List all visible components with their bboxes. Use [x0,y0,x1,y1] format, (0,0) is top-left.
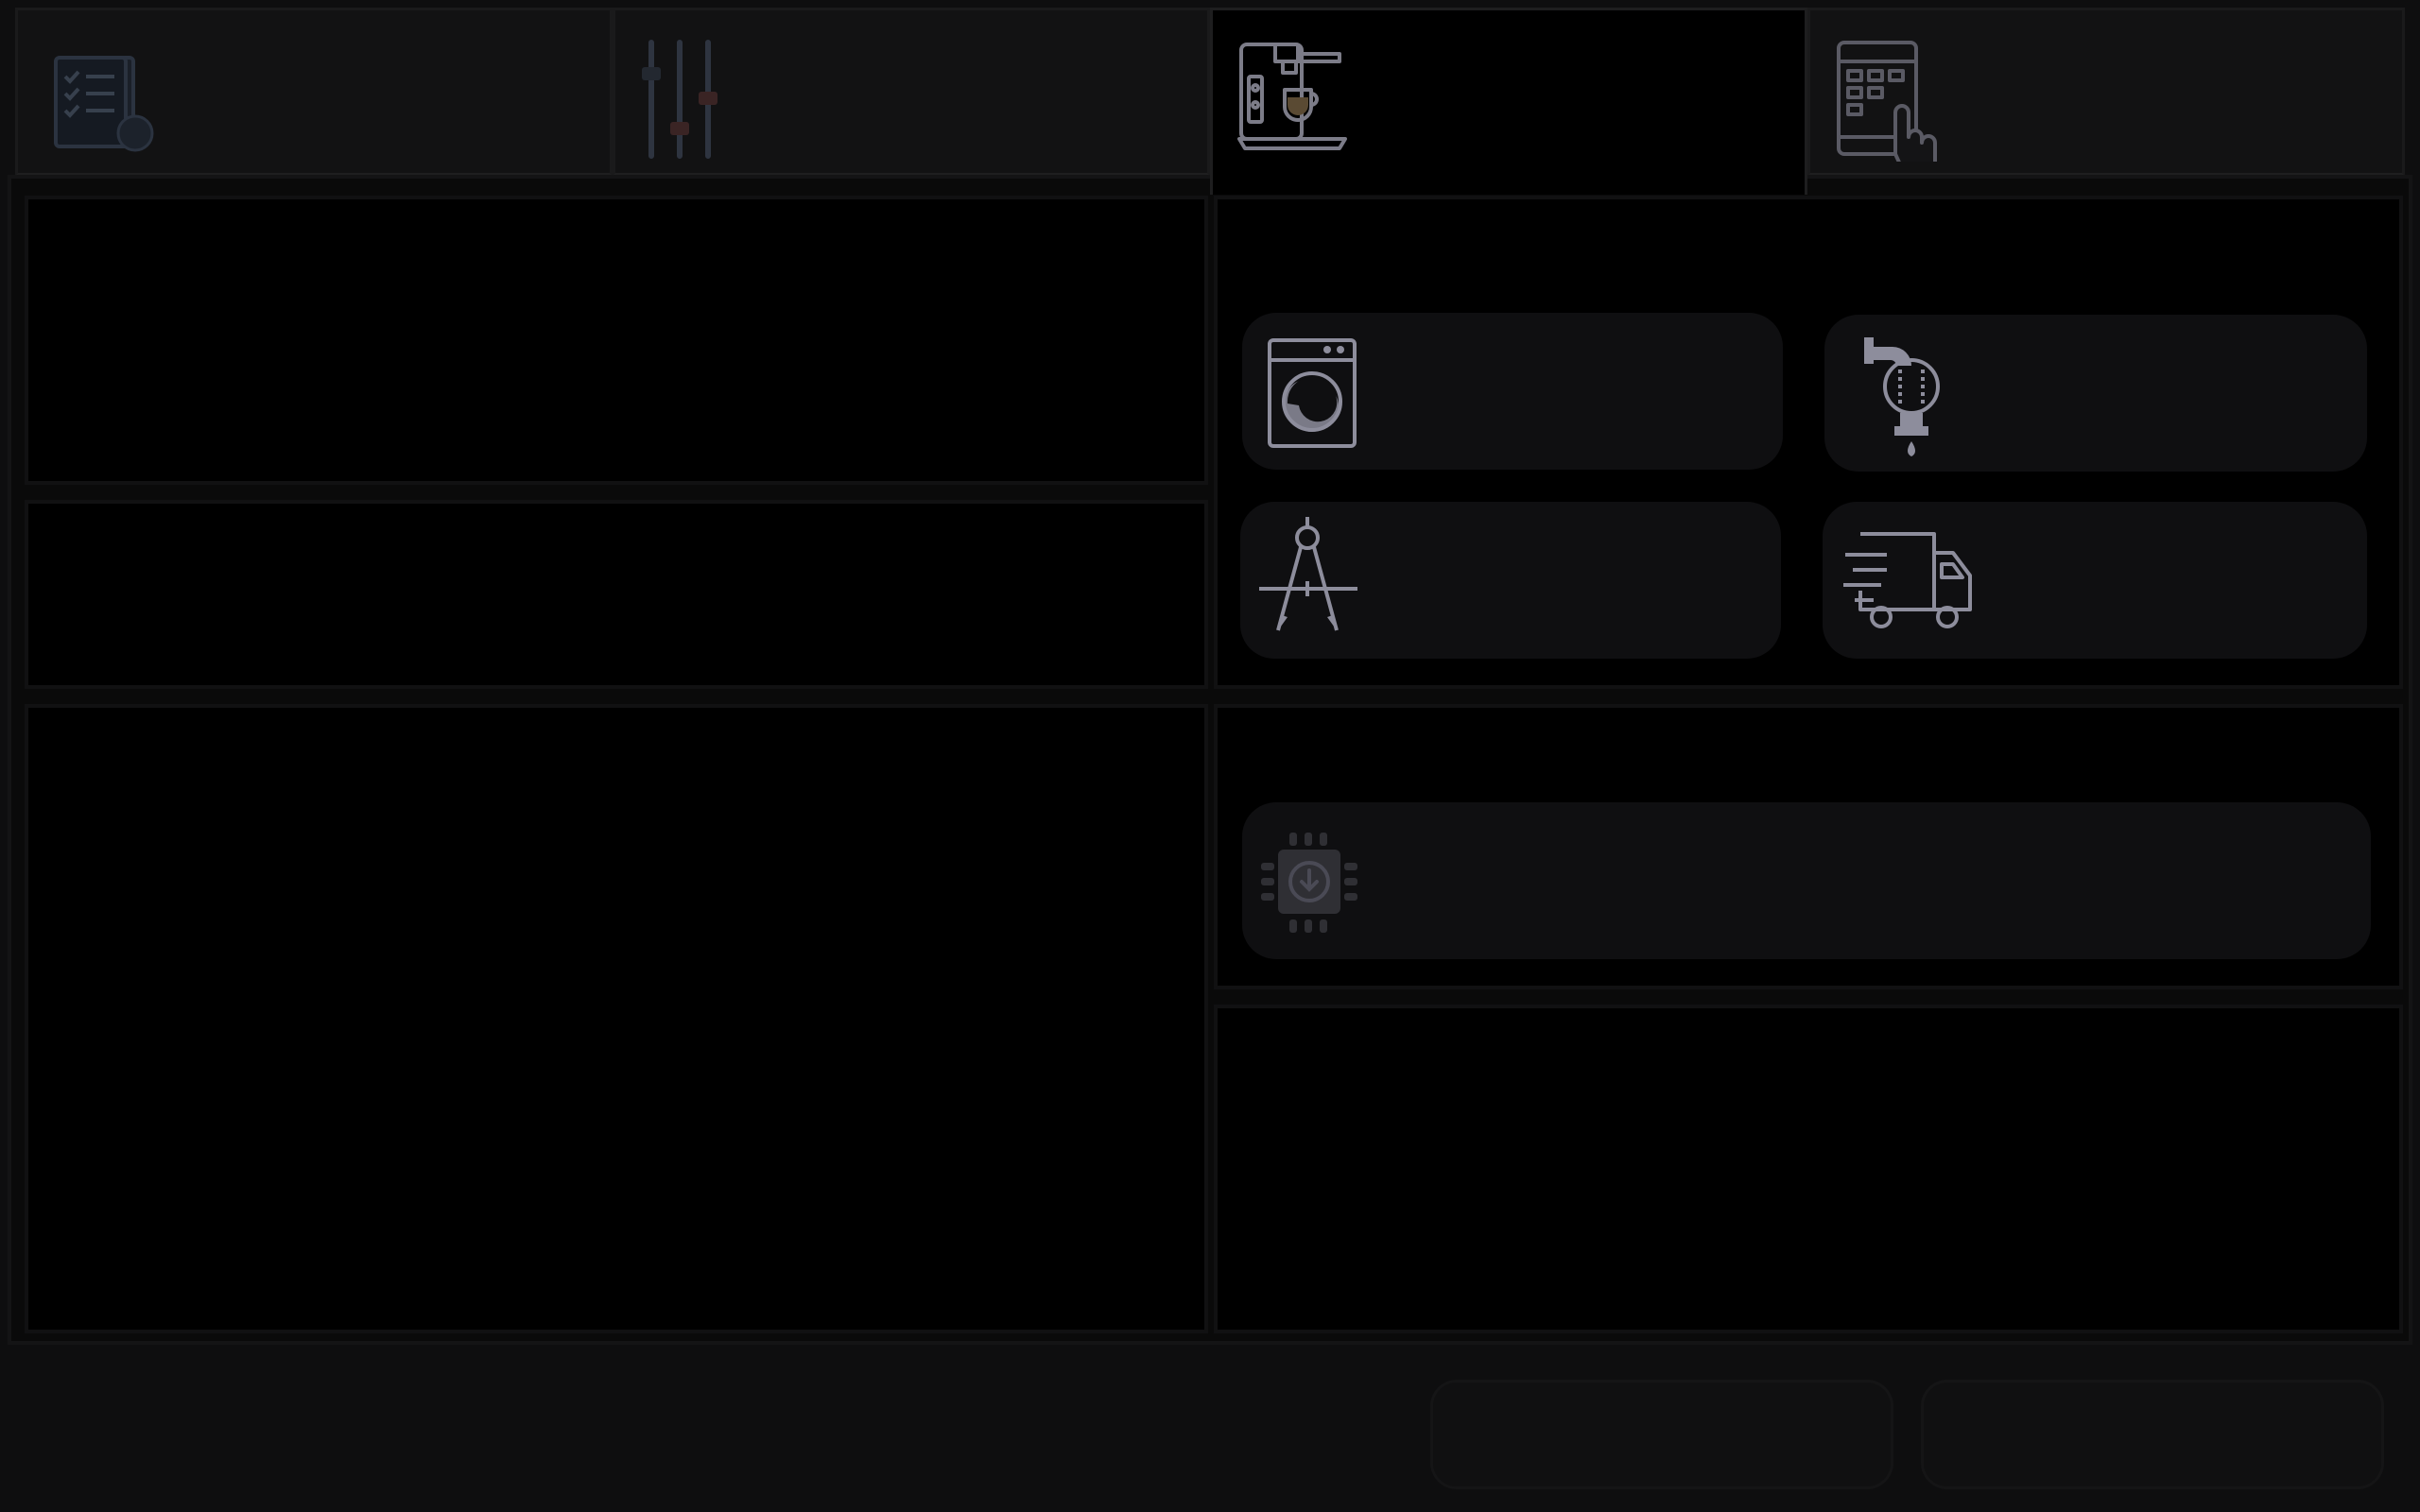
left-panel-top [25,196,1208,485]
main-panel [8,175,2412,1345]
delivery-truck-icon [1841,530,1974,638]
water-filter-icon [1862,332,1957,468]
tab-checklist[interactable] [15,8,613,176]
left-panel-middle [25,500,1208,689]
tab-settings[interactable] [613,8,1210,176]
delivery-truck-tile[interactable] [1823,502,2367,659]
washing-machine-tile[interactable] [1242,313,1783,470]
firmware-update-tile[interactable] [1242,802,2371,959]
firmware-section [1214,704,2403,989]
tab-bar [15,8,2405,195]
sliders-icon [640,39,735,165]
washing-machine-icon [1267,337,1357,453]
checklist-document-icon [43,39,156,156]
coffee-machine-icon [1237,39,1351,156]
footer-button-2[interactable] [1921,1380,2384,1489]
drafting-compass-tile[interactable] [1240,502,1781,659]
firmware-chip-download-icon [1259,831,1363,938]
appliances-section [1214,196,2403,689]
footer-button-1[interactable] [1430,1380,1893,1489]
right-panel-bottom [1214,1005,2403,1333]
tab-coffee-machine[interactable] [1210,8,1807,195]
drafting-compass-icon [1257,515,1361,642]
water-filter-tile[interactable] [1824,315,2367,472]
tab-keypad[interactable] [1807,8,2405,177]
left-panel-bottom [25,704,1208,1333]
touch-screen-keypad-icon [1835,39,1948,177]
